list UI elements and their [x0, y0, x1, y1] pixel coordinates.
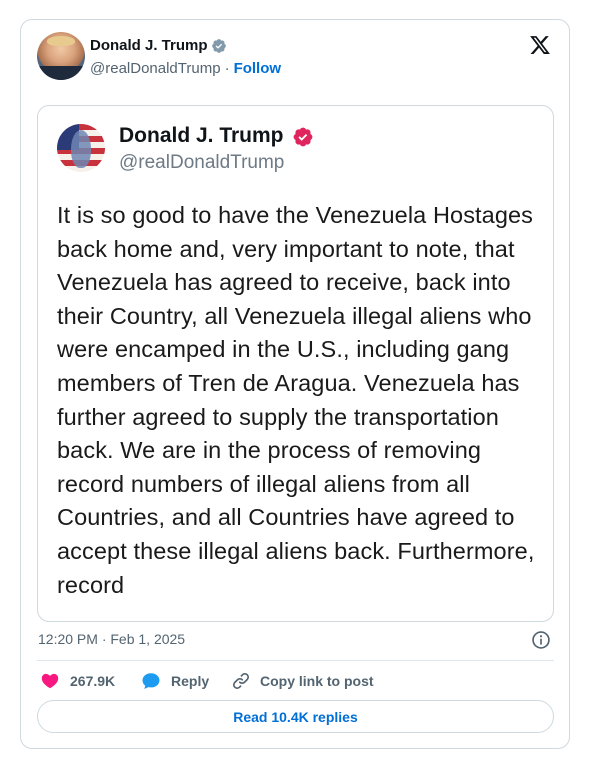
reply-button[interactable]: Reply — [140, 670, 209, 692]
read-replies-button[interactable]: Read 10.4K replies — [37, 700, 554, 733]
embedded-post-image[interactable]: Donald J. Trump @realDonaldTrump It is s… — [37, 105, 554, 622]
author-name[interactable]: Donald J. Trump — [90, 37, 208, 54]
author-handle[interactable]: @realDonaldTrump — [90, 60, 221, 77]
embedded-author-name: Donald J. Trump — [119, 124, 284, 147]
verified-badge-icon — [212, 39, 226, 53]
embedded-verified-badge-icon — [293, 127, 313, 147]
like-button[interactable]: 267.9K — [39, 670, 115, 692]
like-count: 267.9K — [70, 673, 116, 689]
reply-label: Reply — [171, 673, 210, 689]
handle-separator: · — [224, 60, 230, 77]
x-logo-icon[interactable] — [529, 34, 551, 56]
embedded-author-handle: @realDonaldTrump — [119, 152, 285, 173]
follow-link[interactable]: Follow — [234, 60, 282, 77]
link-icon — [232, 672, 250, 690]
copy-link-button[interactable]: Copy link to post — [231, 670, 374, 692]
post-card: Donald J. Trump @realDonaldTrump · Follow … — [20, 19, 570, 749]
embedded-post-text: It is so good to have the Venezuela Host… — [57, 202, 535, 598]
divider — [37, 660, 554, 661]
speech-bubble-icon — [142, 673, 160, 690]
heart-icon — [41, 673, 59, 689]
info-icon[interactable] — [531, 630, 551, 650]
author-handle-line: @realDonaldTrump · Follow — [90, 60, 281, 77]
author-avatar[interactable] — [37, 32, 85, 80]
embedded-avatar — [57, 124, 105, 172]
copy-link-label: Copy link to post — [260, 673, 374, 689]
post-timestamp[interactable]: 12:20 PM · Feb 1, 2025 — [38, 631, 185, 647]
